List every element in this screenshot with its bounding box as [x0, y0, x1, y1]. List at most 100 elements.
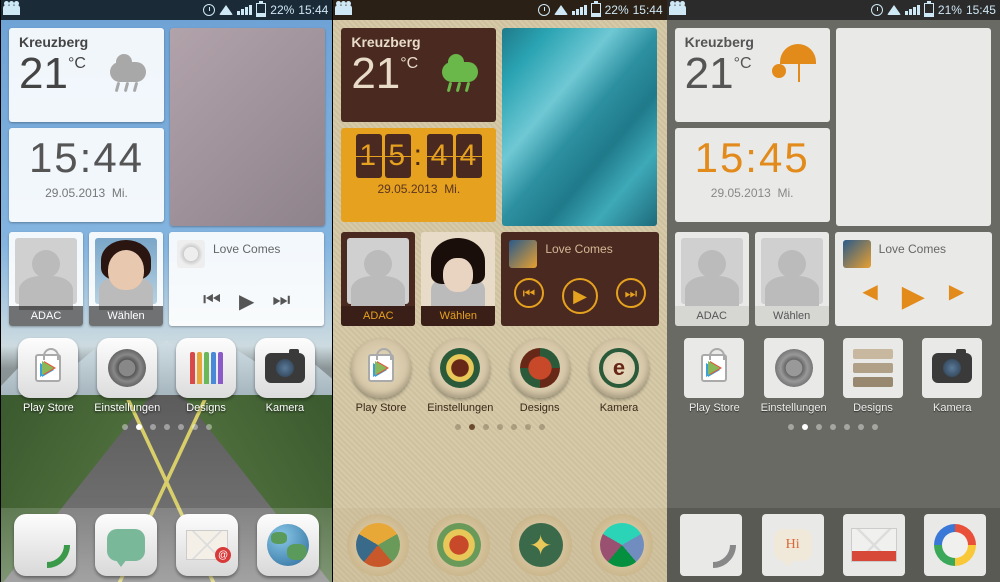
play-button[interactable]: ▶: [562, 278, 598, 314]
app-einstellungen[interactable]: Einstellungen: [759, 338, 829, 414]
dock-mail[interactable]: @: [176, 514, 238, 576]
music-widget[interactable]: Love Comes ⏮ ▶ ⏭: [501, 232, 658, 326]
battery-icon: [924, 3, 934, 17]
next-track-button[interactable]: ⏭: [616, 278, 646, 308]
app-kamera[interactable]: Kamera: [250, 338, 320, 414]
page-indicator[interactable]: [341, 424, 658, 430]
album-art-icon: [509, 240, 537, 268]
next-track-button[interactable]: ▶: [949, 279, 964, 314]
camera-icon: e: [589, 338, 649, 398]
photo-widget[interactable]: [170, 28, 325, 226]
sun-icon: [772, 64, 786, 78]
play-store-icon: [18, 338, 78, 398]
contact-shortcut-adac[interactable]: ADAC: [341, 232, 415, 326]
app-einstellungen[interactable]: Einstellungen: [92, 338, 162, 414]
app-kamera[interactable]: Kamera: [917, 338, 987, 414]
dock-mail[interactable]: [510, 514, 572, 576]
dock-phone[interactable]: [14, 514, 76, 576]
page-indicator[interactable]: [675, 424, 992, 430]
battery-percent: 22%: [270, 3, 294, 17]
status-time: 15:44: [298, 3, 328, 17]
clock-time: 15:44: [15, 134, 158, 182]
alarm-icon: [203, 4, 215, 16]
prev-track-button[interactable]: ◀: [862, 279, 877, 314]
person-silhouette-icon: [347, 238, 409, 304]
dock-phone[interactable]: [680, 514, 742, 576]
dock-phone[interactable]: [347, 514, 409, 576]
status-bar[interactable]: 22% 15:44: [1, 0, 332, 20]
chat-icon: Hi: [774, 529, 812, 561]
chat-icon: [437, 523, 481, 567]
weather-location: Kreuzberg: [351, 34, 486, 50]
app-row: Play Store Einstellungen Designs Kamera: [9, 338, 324, 414]
homescreen-theme-retro: 22% 15:44 Kreuzberg 21°C 15:44 29.05.201…: [333, 0, 666, 582]
music-widget[interactable]: Love Comes ◀ ▶ ▶: [835, 232, 992, 326]
dock-browser[interactable]: [924, 514, 986, 576]
next-track-button[interactable]: ⏭: [272, 289, 290, 314]
contact-shortcut-waehlen[interactable]: Wählen: [755, 232, 829, 326]
homescreen-theme-default: 22% 15:44 Kreuzberg 21°C 15:44 29.05.201…: [0, 0, 333, 582]
dock-messages[interactable]: [428, 514, 490, 576]
person-silhouette-icon: [761, 238, 823, 304]
clock-widget[interactable]: 15:44 29.05.2013 Mi.: [341, 128, 496, 222]
app-play-store[interactable]: Play Store: [346, 338, 416, 414]
contact-shortcut-adac[interactable]: ADAC: [9, 232, 83, 326]
dock-browser[interactable]: [257, 514, 319, 576]
app-play-store[interactable]: Play Store: [13, 338, 83, 414]
notification-icon: [337, 5, 352, 15]
notification-icon: [671, 5, 686, 15]
weather-widget[interactable]: Kreuzberg 21°C: [341, 28, 496, 122]
status-bar[interactable]: 21% 15:45: [667, 0, 1000, 20]
dock-messages[interactable]: Hi: [762, 514, 824, 576]
rain-icon: [442, 58, 488, 104]
music-widget[interactable]: Love Comes ⏮ ▶ ⏭: [169, 232, 324, 326]
globe-icon: [934, 524, 976, 566]
app-designs[interactable]: Designs: [171, 338, 241, 414]
status-bar[interactable]: 22% 15:44: [333, 0, 666, 20]
app-row: Play Store Einstellungen Designs e Kamer…: [341, 338, 658, 414]
weather-widget[interactable]: Kreuzberg 21°C: [9, 28, 164, 122]
camera-icon: [922, 338, 982, 398]
globe-icon: [600, 523, 644, 567]
mail-icon: @: [186, 530, 228, 560]
page-indicator[interactable]: [9, 424, 324, 430]
app-einstellungen[interactable]: Einstellungen: [425, 338, 495, 414]
prev-track-button[interactable]: ⏮: [514, 278, 544, 308]
photo-widget[interactable]: [836, 28, 991, 226]
rain-icon: [110, 58, 156, 104]
contact-shortcut-waehlen[interactable]: Wählen: [89, 232, 163, 326]
contact-shortcut-waehlen[interactable]: Wählen: [421, 232, 495, 326]
person-silhouette-icon: [681, 238, 743, 304]
play-button[interactable]: ▶: [902, 279, 925, 314]
globe-icon: [267, 524, 309, 566]
alarm-icon: [871, 4, 883, 16]
dock-browser[interactable]: [591, 514, 653, 576]
photo-widget[interactable]: [502, 28, 657, 226]
dock: @: [1, 508, 332, 582]
contact-shortcut-adac[interactable]: ADAC: [675, 232, 749, 326]
weather-widget[interactable]: Kreuzberg 21°C: [675, 28, 830, 122]
phone-icon: [356, 523, 400, 567]
play-button[interactable]: ▶: [239, 289, 254, 314]
album-art-icon: [843, 240, 871, 268]
app-designs[interactable]: Designs: [838, 338, 908, 414]
wifi-icon: [219, 5, 233, 15]
album-art-icon: [177, 240, 205, 268]
app-play-store[interactable]: Play Store: [679, 338, 749, 414]
wifi-icon: [887, 5, 901, 15]
track-title: Love Comes: [213, 242, 280, 256]
dock-mail[interactable]: [843, 514, 905, 576]
prev-track-button[interactable]: ⏮: [203, 289, 221, 314]
phone-icon: [692, 526, 730, 564]
dock-messages[interactable]: [95, 514, 157, 576]
phone-icon: [26, 526, 64, 564]
play-store-icon: [684, 338, 744, 398]
play-store-icon: [351, 338, 411, 398]
clock-widget[interactable]: 15:45 29.05.2013 Mi.: [675, 128, 830, 222]
gear-icon: [97, 338, 157, 398]
notification-icon: [5, 5, 20, 15]
battery-icon: [591, 3, 601, 17]
app-designs[interactable]: Designs: [505, 338, 575, 414]
clock-widget[interactable]: 15:44 29.05.2013 Mi.: [9, 128, 164, 222]
app-kamera[interactable]: e Kamera: [584, 338, 654, 414]
